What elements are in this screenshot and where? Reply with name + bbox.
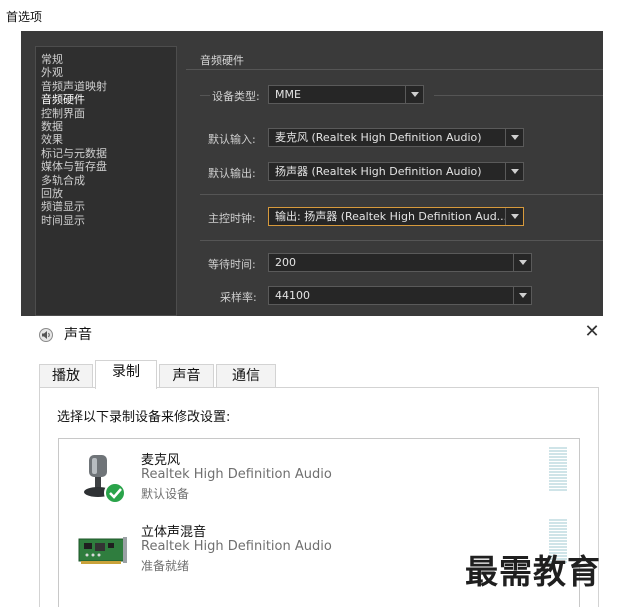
device-name: 麦克风 bbox=[141, 453, 181, 468]
chevron-down-icon bbox=[505, 129, 523, 146]
sidebar-item-playback[interactable]: 回放 bbox=[36, 187, 176, 200]
chevron-down-icon bbox=[505, 163, 523, 180]
tab-communications[interactable]: 通信 bbox=[216, 364, 276, 388]
preferences-sidebar: 常规 外观 音频声道映射 音频硬件 控制界面 数据 效果 标记与元数据 媒体与暂… bbox=[35, 46, 177, 316]
sample-rate-label: 采样率: bbox=[220, 291, 257, 304]
level-meter bbox=[549, 447, 567, 493]
instruction-text: 选择以下录制设备来修改设置: bbox=[57, 410, 231, 425]
clock-divider bbox=[200, 194, 603, 195]
default-input-dropdown[interactable]: 麦克风 (Realtek High Definition Audio) bbox=[268, 128, 524, 147]
sidebar-item-data[interactable]: 数据 bbox=[36, 120, 176, 133]
default-output-value: 扬声器 (Realtek High Definition Audio) bbox=[275, 165, 482, 178]
preferences-panel: 常规 外观 音频声道映射 音频硬件 控制界面 数据 效果 标记与元数据 媒体与暂… bbox=[21, 31, 603, 316]
preferences-window-title: 首选项 bbox=[6, 10, 43, 24]
device-description: Realtek High Definition Audio bbox=[141, 539, 332, 554]
sound-dialog-titlebar: 声音 ✕ bbox=[21, 320, 619, 350]
group-divider-right bbox=[434, 95, 603, 96]
sidebar-item-appearance[interactable]: 外观 bbox=[36, 66, 176, 79]
sidebar-item-general[interactable]: 常规 bbox=[36, 53, 176, 66]
device-status: 默认设备 bbox=[141, 487, 190, 501]
close-button[interactable]: ✕ bbox=[577, 320, 607, 346]
chevron-down-icon bbox=[505, 208, 523, 225]
default-output-dropdown[interactable]: 扬声器 (Realtek High Definition Audio) bbox=[268, 162, 524, 181]
default-input-label: 默认输入: bbox=[208, 133, 256, 146]
sound-card-icon bbox=[78, 537, 127, 564]
master-clock-dropdown[interactable]: 输出: 扬声器 (Realtek High Definition Aud... bbox=[268, 207, 524, 226]
chevron-down-icon bbox=[405, 86, 423, 103]
watermark-text: 最需教育 bbox=[465, 552, 601, 591]
sidebar-item-spectral-display[interactable]: 频谱显示 bbox=[36, 200, 176, 213]
master-clock-label: 主控时钟: bbox=[208, 212, 256, 225]
latency-value: 200 bbox=[275, 256, 296, 269]
default-output-label: 默认输出: bbox=[208, 167, 256, 180]
sidebar-item-time-display[interactable]: 时间显示 bbox=[36, 214, 176, 227]
sidebar-item-markers-metadata[interactable]: 标记与元数据 bbox=[36, 147, 176, 160]
chevron-down-icon bbox=[513, 254, 531, 271]
sound-dialog-title: 声音 bbox=[64, 327, 92, 343]
sidebar-item-media-disk-cache[interactable]: 媒体与暂存盘 bbox=[36, 160, 176, 173]
master-clock-value: 输出: 扬声器 (Realtek High Definition Aud... bbox=[275, 210, 508, 223]
device-name: 立体声混音 bbox=[141, 525, 207, 540]
device-type-label: 设备类型: bbox=[212, 90, 260, 103]
sidebar-item-audio-hardware[interactable]: 音频硬件 bbox=[36, 93, 176, 106]
microphone-icon bbox=[84, 455, 126, 504]
list-item-microphone[interactable]: 麦克风 Realtek High Definition Audio 默认设备 bbox=[59, 445, 579, 515]
sample-rate-dropdown[interactable]: 44100 bbox=[268, 286, 532, 305]
default-input-value: 麦克风 (Realtek High Definition Audio) bbox=[275, 131, 482, 144]
default-device-badge bbox=[104, 482, 126, 504]
close-icon: ✕ bbox=[584, 321, 600, 342]
chevron-down-icon bbox=[513, 287, 531, 304]
sidebar-item-multitrack[interactable]: 多轨合成 bbox=[36, 174, 176, 187]
sidebar-item-audio-channel-mapping[interactable]: 音频声道映射 bbox=[36, 80, 176, 93]
device-type-dropdown[interactable]: MME bbox=[268, 85, 424, 104]
device-status: 准备就绪 bbox=[141, 559, 190, 573]
tab-sounds[interactable]: 声音 bbox=[159, 364, 214, 388]
device-description: Realtek High Definition Audio bbox=[141, 467, 332, 482]
section-divider bbox=[186, 69, 603, 70]
latency-divider bbox=[200, 240, 603, 241]
group-divider-left bbox=[200, 95, 210, 96]
latency-label: 等待时间: bbox=[208, 258, 256, 271]
sample-rate-value: 44100 bbox=[275, 289, 310, 302]
speaker-icon bbox=[39, 328, 53, 342]
sidebar-item-effects[interactable]: 效果 bbox=[36, 133, 176, 146]
device-type-value: MME bbox=[275, 88, 301, 101]
section-title: 音频硬件 bbox=[200, 54, 244, 67]
latency-dropdown[interactable]: 200 bbox=[268, 253, 532, 272]
sidebar-item-control-surface[interactable]: 控制界面 bbox=[36, 107, 176, 120]
audio-hardware-settings: 音频硬件 设备类型: MME 默认输入: 麦克风 (Realtek High D… bbox=[186, 31, 603, 316]
tab-playback[interactable]: 播放 bbox=[39, 364, 93, 388]
sound-tabs: 播放 录制 声音 通信 bbox=[39, 360, 599, 389]
tab-recording[interactable]: 录制 bbox=[95, 360, 157, 389]
